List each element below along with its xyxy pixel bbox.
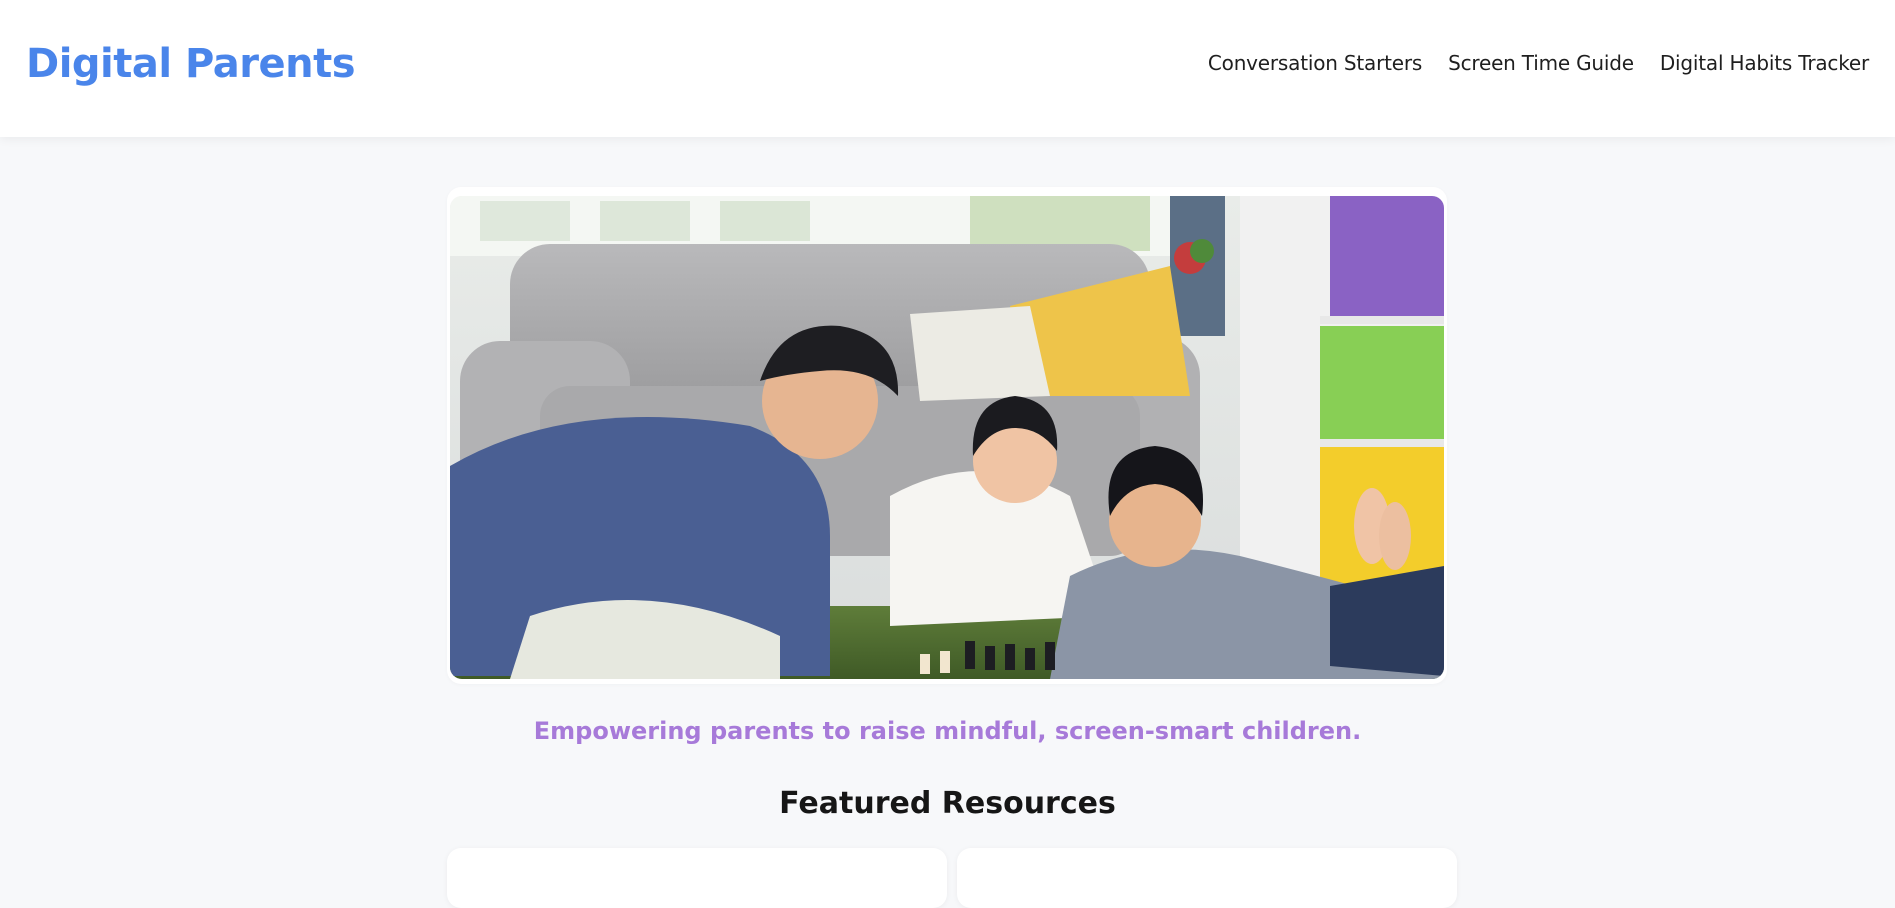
resource-card[interactable] [957, 848, 1457, 908]
nav-link-screen-time-guide[interactable]: Screen Time Guide [1448, 51, 1634, 75]
resource-card[interactable] [447, 848, 947, 908]
hero-tagline: Empowering parents to raise mindful, scr… [533, 717, 1362, 745]
nav-link-digital-habits-tracker[interactable]: Digital Habits Tracker [1660, 51, 1869, 75]
nav-link-conversation-starters[interactable]: Conversation Starters [1208, 51, 1422, 75]
featured-resources-title: Featured Resources [779, 786, 1116, 821]
site-logo[interactable]: Digital Parents [26, 41, 356, 87]
site-header: Digital Parents Conversation Starters Sc… [0, 0, 1895, 137]
main-nav: Conversation Starters Screen Time Guide … [1208, 51, 1869, 75]
hero-image-card [447, 187, 1447, 684]
hero-family-photo [450, 196, 1444, 679]
